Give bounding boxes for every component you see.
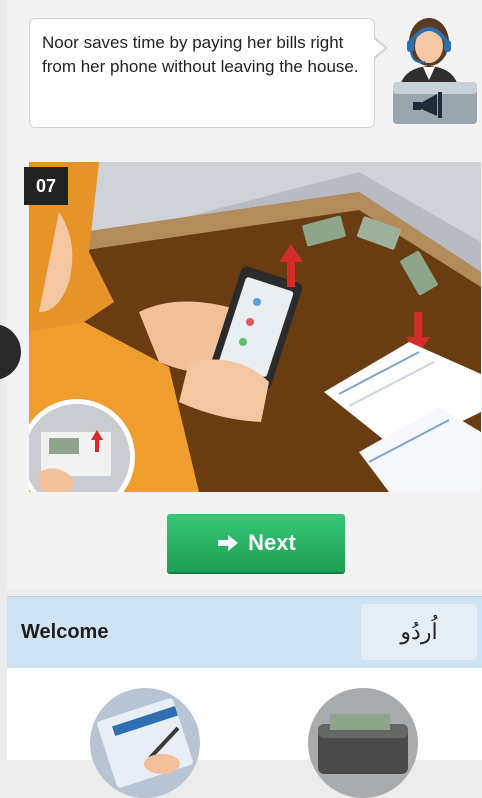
next-button[interactable]: Next [167, 514, 345, 572]
services-section [7, 668, 482, 798]
step-illustration [29, 162, 481, 492]
customer-support-agent-icon [393, 18, 477, 124]
bill-form-icon [97, 698, 193, 788]
app-screen: Noor saves time by paying her bills righ… [0, 0, 482, 798]
welcome-title: Welcome [21, 621, 109, 643]
previous-step-button[interactable]: ‹ [0, 324, 21, 380]
next-label: Next [248, 530, 296, 555]
tutorial-card: Noor saves time by paying her bills righ… [0, 0, 482, 590]
welcome-bar: Welcome اُردُو [7, 596, 482, 669]
wallet-icon [318, 714, 408, 774]
speech-bubble: Noor saves time by paying her bills righ… [29, 18, 375, 128]
bubble-tail-inner [373, 38, 385, 58]
arrow-right-icon [218, 535, 239, 551]
bubble-message: Noor saves time by paying her bills righ… [42, 33, 359, 76]
bill-payment-tile[interactable] [90, 688, 200, 798]
wallet-tile[interactable] [308, 688, 418, 798]
step-number-badge: 07 [24, 167, 68, 205]
urdu-language-button[interactable]: اُردُو [361, 604, 477, 660]
